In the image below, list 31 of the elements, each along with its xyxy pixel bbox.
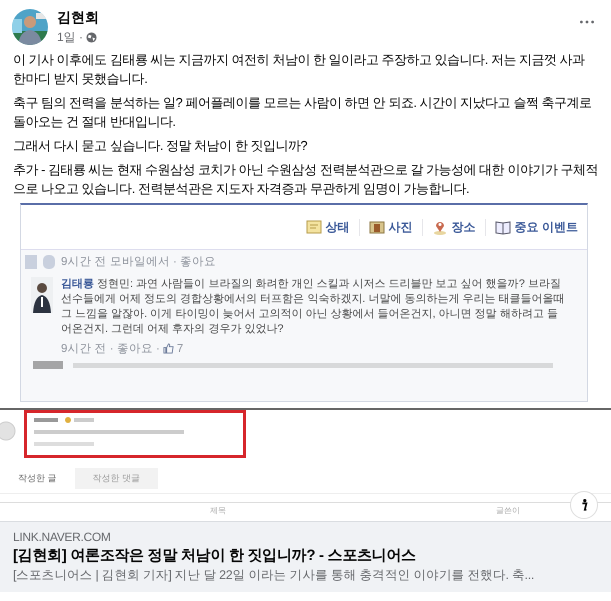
- thumbs-up-icon: [162, 343, 174, 354]
- more-icon: [579, 20, 595, 24]
- tab-label: 장소: [452, 218, 476, 236]
- avatar-placeholder-icon: [25, 254, 55, 268]
- note-icon: [306, 219, 322, 235]
- book-icon: [494, 219, 511, 235]
- post-paragraph: 추가 - 김태룡 씨는 현재 수원삼성 코치가 아닌 수원삼성 전력분석관으로 갈 가능성에 대한 이야기가 구체적으로 나오고 있습니다. 전력분석관은 지도자 자격증과 무관하게 임명이 가능합니다.: [13, 161, 599, 198]
- comment-text: 김태룡 정현민: 과연 사람들이 브라질의 화려한 개인 스킬과 시저스 드리블만 보고 싶어 했을까? 브라질 선수들에게 어제 정도의 경합상황에서의 터프함은 익숙하겠지. 너말에 동의하는게 우리는 태클들어올때 그 느낌을 알잖아. 이게 타이밍이 늦어서 고의적이 아닌 상황에서 들어온건지, 아니면 정말 해하려고 들어온건지. 그런데 어제 후자의 경우가 있었나?: [61, 277, 566, 337]
- link-domain: LINK.NAVER.COM: [13, 530, 112, 544]
- post-paragraph: 축구 팀의 전력을 분석하는 일? 페어플레이를 모르는 사람이 하면 안 되죠. 시간이 지났다고 슬쩍 축구계로 돌아오는 건 절대 반대입니다.: [13, 94, 592, 131]
- tab-label: 중요 이벤트: [514, 218, 578, 236]
- tab-label: 사진: [388, 218, 413, 236]
- like-count: 7: [176, 342, 184, 354]
- link-title: [김현회] 여론조작은 정말 처남이 한 짓입니까? - 스포츠니어스: [13, 546, 417, 565]
- link-preview[interactable]: LINK.NAVER.COM [김현회] 여론조작은 정말 처남이 한 짓입니까? - 스포츠니어스 [스포츠니어스 | 김현회 기자] 지난 달 22일 이라는 기사를 통해 충격적인 이야기를 전했다. 축...: [0, 521, 611, 592]
- activity-text: 9시간 전 모바일에서 · 좋아요: [61, 255, 216, 269]
- tab-label: 상태: [326, 218, 350, 236]
- info-icon: [580, 498, 588, 512]
- comment-meta: 9시간 전 · 좋아요 ·: [61, 342, 160, 356]
- post-paragraph: 그래서 다시 묻고 싶습니다. 정말 처남이 한 짓입니까?: [13, 137, 308, 155]
- post-paragraph: 이 기사 이후에도 김태룡 씨는 지금까지 여전히 처남이 한 일이라고 주장하고 있습니다. 저는 지금껏 사과 한마디 받지 못했습니다.: [13, 51, 586, 88]
- link-description: [스포츠니어스 | 김현회 기자] 지난 달 22일 이라는 기사를 통해 충격적인 이야기를 전했다. 축...: [13, 567, 536, 584]
- photo-icon: [368, 219, 385, 235]
- commenter-link[interactable]: 김태룡: [61, 278, 94, 290]
- column-header: 글쓴이: [496, 505, 520, 516]
- author-name[interactable]: 김현회: [57, 8, 575, 26]
- globe-icon: [86, 32, 98, 42]
- column-header: 제목: [210, 505, 226, 516]
- pin-icon: [432, 219, 448, 235]
- info-button[interactable]: [570, 491, 598, 519]
- post-time[interactable]: 1일 ·: [57, 28, 84, 46]
